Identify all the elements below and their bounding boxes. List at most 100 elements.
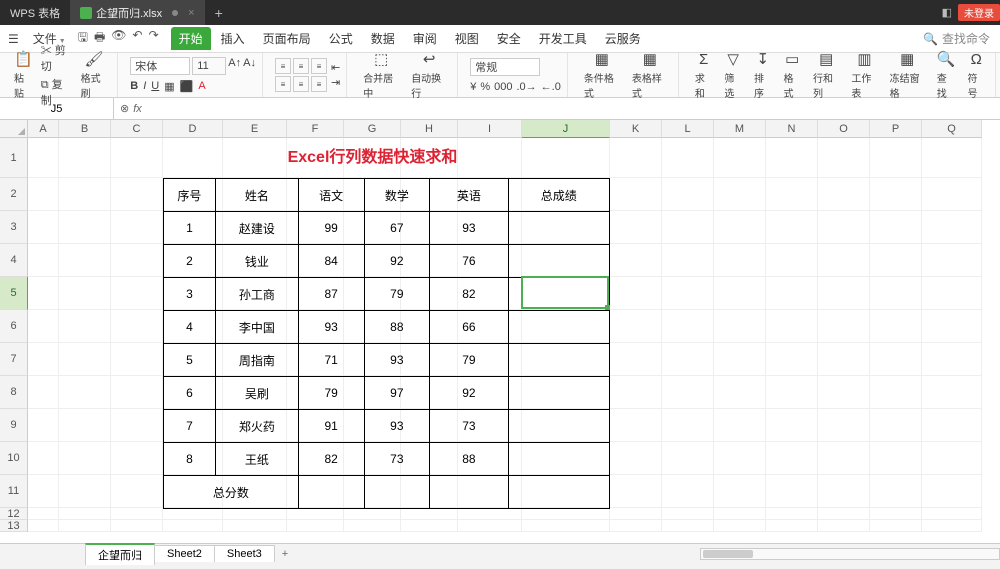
table-cell[interactable]: 79 <box>298 377 364 410</box>
table-cell[interactable]: 79 <box>430 344 508 377</box>
border-button[interactable]: ▦ <box>164 80 174 93</box>
cell[interactable] <box>610 376 662 409</box>
table-cell[interactable]: 79 <box>364 278 430 311</box>
cell[interactable] <box>818 138 870 178</box>
table-header-cell[interactable]: 总成绩 <box>508 179 609 212</box>
col-header[interactable]: Q <box>922 120 982 138</box>
cell[interactable] <box>818 475 870 508</box>
cell[interactable] <box>111 343 163 376</box>
cell[interactable] <box>610 277 662 310</box>
sheet-tab[interactable]: Sheet3 <box>214 545 275 562</box>
cell[interactable] <box>610 211 662 244</box>
cell[interactable] <box>870 343 922 376</box>
cell[interactable] <box>870 244 922 277</box>
table-cell[interactable] <box>508 278 609 311</box>
cell[interactable] <box>59 244 111 277</box>
cell[interactable] <box>111 475 163 508</box>
cell[interactable] <box>610 178 662 211</box>
col-header[interactable]: A <box>28 120 59 138</box>
cell[interactable] <box>870 409 922 442</box>
fill-color-button[interactable]: ⬛ <box>180 80 194 93</box>
fx-icon[interactable]: ⊗ <box>120 102 129 115</box>
cell[interactable] <box>818 508 870 520</box>
align-grid[interactable]: ≡≡≡≡≡≡ <box>275 58 327 92</box>
cell[interactable] <box>344 520 401 532</box>
cell[interactable] <box>163 520 223 532</box>
table-cell[interactable]: 5 <box>164 344 216 377</box>
row-header[interactable]: 3 <box>0 211 28 244</box>
cell[interactable] <box>458 520 522 532</box>
table-cell[interactable] <box>508 344 609 377</box>
cell[interactable] <box>223 508 287 520</box>
fontsize-select[interactable]: 11 <box>192 57 226 75</box>
cell[interactable] <box>922 376 982 409</box>
tab-formula[interactable]: 公式 <box>321 27 361 50</box>
find-button[interactable]: 🔍查找 <box>933 50 960 100</box>
sheet-tab[interactable]: Sheet2 <box>154 545 215 562</box>
cell[interactable] <box>111 376 163 409</box>
cell[interactable] <box>28 277 59 310</box>
cell[interactable] <box>28 138 59 178</box>
cell[interactable] <box>59 138 111 178</box>
cell[interactable] <box>766 376 818 409</box>
cell[interactable] <box>922 178 982 211</box>
decrease-font-icon[interactable]: A↓ <box>243 57 256 75</box>
cell[interactable] <box>111 520 163 532</box>
table-cell[interactable]: 84 <box>298 245 364 278</box>
cell[interactable] <box>28 310 59 343</box>
table-cell[interactable]: 6 <box>164 377 216 410</box>
font-select[interactable]: 宋体 <box>130 57 190 75</box>
cell[interactable] <box>59 376 111 409</box>
cell[interactable] <box>28 244 59 277</box>
underline-button[interactable]: U <box>151 80 159 93</box>
cell[interactable] <box>922 343 982 376</box>
cell[interactable] <box>714 244 766 277</box>
table-header-cell[interactable]: 姓名 <box>215 179 298 212</box>
table-cell[interactable] <box>508 245 609 278</box>
cell[interactable] <box>714 277 766 310</box>
cell[interactable] <box>662 376 714 409</box>
row-header[interactable]: 9 <box>0 409 28 442</box>
cell[interactable] <box>610 475 662 508</box>
col-header[interactable]: F <box>287 120 344 138</box>
cell[interactable] <box>59 442 111 475</box>
cell[interactable] <box>610 508 662 520</box>
table-header-cell[interactable]: 语文 <box>298 179 364 212</box>
table-header-cell[interactable]: 序号 <box>164 179 216 212</box>
font-color-button[interactable]: A <box>198 80 205 93</box>
cell[interactable] <box>610 442 662 475</box>
cell[interactable] <box>28 508 59 520</box>
row-header[interactable]: 11 <box>0 475 28 508</box>
cell[interactable] <box>714 178 766 211</box>
redo-icon[interactable]: ↷ <box>149 28 159 49</box>
row-header[interactable]: 1 <box>0 138 28 178</box>
cell[interactable] <box>662 211 714 244</box>
cell[interactable] <box>111 277 163 310</box>
login-badge[interactable]: 未登录 <box>958 4 1000 21</box>
table-cell[interactable]: 67 <box>364 212 430 245</box>
cell[interactable] <box>610 409 662 442</box>
col-header[interactable]: E <box>223 120 287 138</box>
cell[interactable] <box>818 409 870 442</box>
cond-format-button[interactable]: ▦条件格式 <box>580 50 624 100</box>
print-icon[interactable]: 🖶 <box>94 28 105 49</box>
table-cell[interactable]: 郑火药 <box>215 410 298 443</box>
cell[interactable] <box>766 244 818 277</box>
cell[interactable] <box>818 178 870 211</box>
cell[interactable] <box>111 244 163 277</box>
row-header[interactable]: 13 <box>0 520 28 532</box>
col-header[interactable]: I <box>458 120 522 138</box>
cell[interactable] <box>28 520 59 532</box>
symbol-button[interactable]: Ω符号 <box>963 51 989 100</box>
cell[interactable] <box>870 211 922 244</box>
save-icon[interactable]: 🖫 <box>78 28 88 49</box>
cell[interactable] <box>287 508 344 520</box>
cell[interactable] <box>714 343 766 376</box>
cell[interactable] <box>662 520 714 532</box>
cell[interactable] <box>59 520 111 532</box>
sum-button[interactable]: Σ求和 <box>691 51 717 100</box>
paste-button[interactable]: 📋粘贴 <box>10 50 37 100</box>
cell[interactable] <box>522 508 610 520</box>
cell[interactable] <box>870 310 922 343</box>
tab-review[interactable]: 审阅 <box>405 27 445 50</box>
